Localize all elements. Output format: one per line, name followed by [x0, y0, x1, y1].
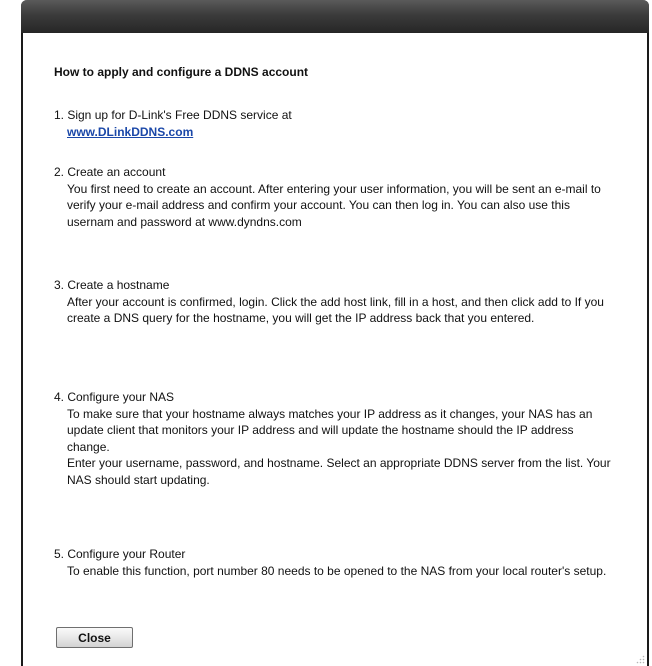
step-configure-nas: 4. Configure your NAS To make sure that …	[54, 389, 619, 488]
dialog-title-bar[interactable]	[21, 0, 649, 33]
dialog-content: How to apply and configure a DDNS accoun…	[54, 65, 614, 578]
step-title: 5. Configure your Router	[54, 547, 186, 561]
step-title: 2. Create an account	[54, 165, 166, 179]
step-body-continued: Enter your username, password, and hostn…	[67, 456, 611, 487]
step-title: 3. Create a hostname	[54, 278, 170, 292]
step-sign-up: 1. Sign up for D-Link's Free DDNS servic…	[54, 107, 619, 140]
step-configure-router: 5. Configure your Router To enable this …	[54, 546, 619, 579]
ddns-help-dialog: How to apply and configure a DDNS accoun…	[21, 0, 649, 666]
step-body: To make sure that your hostname always m…	[67, 406, 593, 454]
close-button[interactable]: Close	[56, 627, 133, 648]
step-create-account: 2. Create an account You first need to c…	[54, 164, 619, 230]
dialog-heading: How to apply and configure a DDNS accoun…	[54, 65, 309, 79]
step-title: 4. Configure your NAS	[54, 390, 175, 404]
step-body: After your account is confirmed, login. …	[67, 294, 604, 326]
step-body: You first need to create an account. Aft…	[67, 181, 601, 229]
step-body: To enable this function, port number 80 …	[67, 563, 607, 578]
resize-grip-icon[interactable]	[635, 654, 645, 664]
step-title: 1. Sign up for D-Link's Free DDNS servic…	[54, 108, 292, 122]
step-create-hostname: 3. Create a hostname After your account …	[54, 277, 619, 327]
dlinkddns-link[interactable]: www.DLinkDDNS.com	[54, 124, 619, 141]
